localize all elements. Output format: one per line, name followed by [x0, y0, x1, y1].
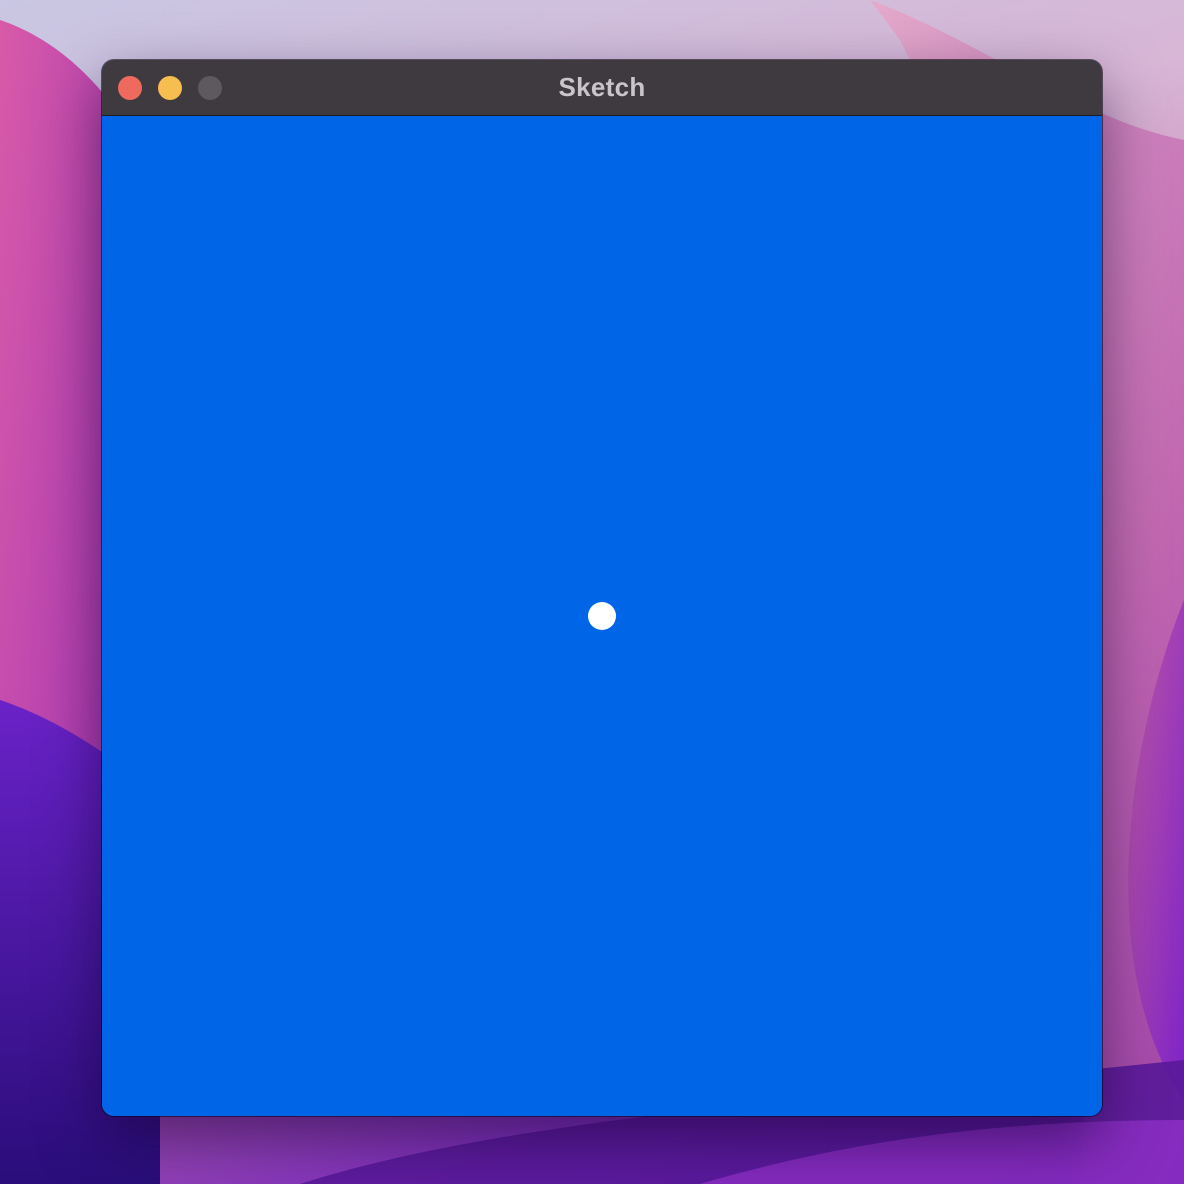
window-titlebar[interactable]: Sketch	[102, 60, 1102, 116]
white-circle-shape	[588, 602, 616, 630]
sketch-canvas[interactable]	[102, 116, 1102, 1116]
desktop-wallpaper: Sketch	[0, 0, 1184, 1184]
window-title: Sketch	[558, 72, 646, 102]
sketch-window: Sketch	[102, 60, 1102, 1116]
